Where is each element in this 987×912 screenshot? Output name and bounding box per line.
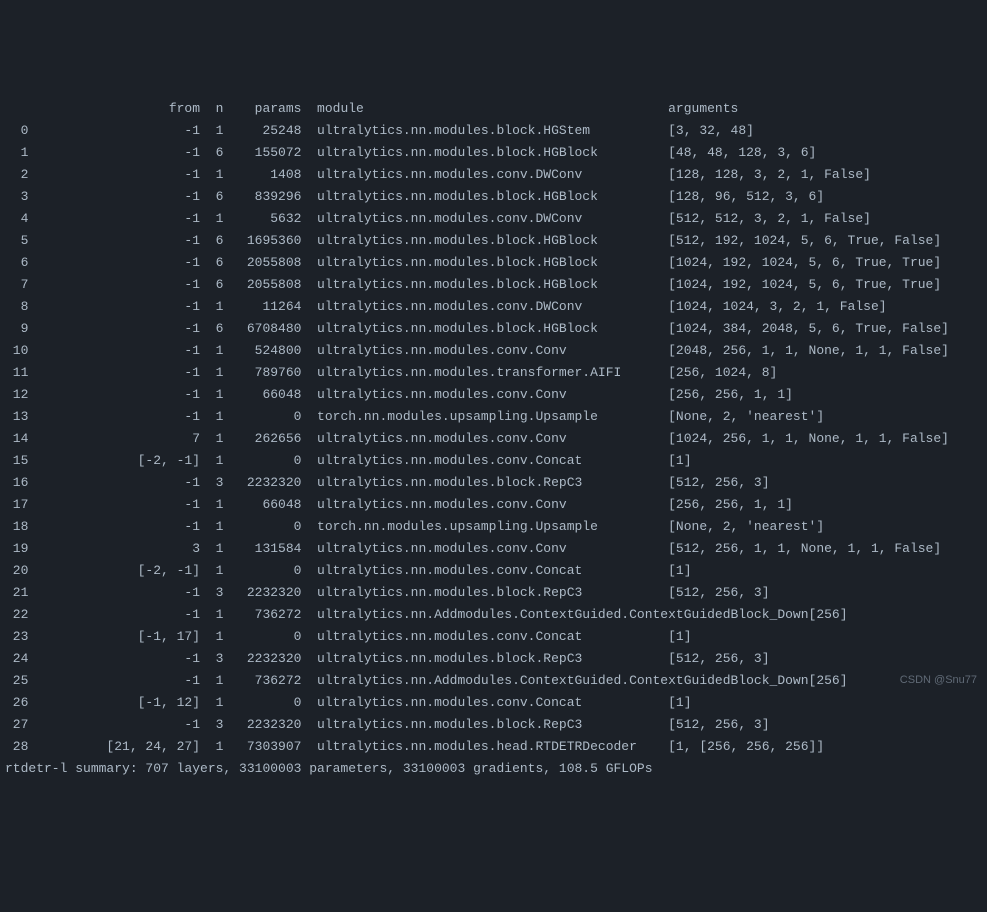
table-row: 8 -1 1 11264 ultralytics.nn.modules.conv… bbox=[5, 296, 982, 318]
table-row: 2 -1 1 1408 ultralytics.nn.modules.conv.… bbox=[5, 164, 982, 186]
table-row: 23 [-1, 17] 1 0 ultralytics.nn.modules.c… bbox=[5, 626, 982, 648]
table-row: 26 [-1, 12] 1 0 ultralytics.nn.modules.c… bbox=[5, 692, 982, 714]
table-row: 18 -1 1 0 torch.nn.modules.upsampling.Up… bbox=[5, 516, 982, 538]
table-row: 27 -1 3 2232320 ultralytics.nn.modules.b… bbox=[5, 714, 982, 736]
table-row: 21 -1 3 2232320 ultralytics.nn.modules.b… bbox=[5, 582, 982, 604]
table-row: 19 3 1 131584 ultralytics.nn.modules.con… bbox=[5, 538, 982, 560]
table-row: 16 -1 3 2232320 ultralytics.nn.modules.b… bbox=[5, 472, 982, 494]
table-row: 9 -1 6 6708480 ultralytics.nn.modules.bl… bbox=[5, 318, 982, 340]
table-row: 13 -1 1 0 torch.nn.modules.upsampling.Up… bbox=[5, 406, 982, 428]
table-row: 4 -1 1 5632 ultralytics.nn.modules.conv.… bbox=[5, 208, 982, 230]
table-row: 25 -1 1 736272 ultralytics.nn.Addmodules… bbox=[5, 670, 982, 692]
summary-line: rtdetr-l summary: 707 layers, 33100003 p… bbox=[5, 758, 982, 780]
table-row: 28 [21, 24, 27] 1 7303907 ultralytics.nn… bbox=[5, 736, 982, 758]
table-row: 22 -1 1 736272 ultralytics.nn.Addmodules… bbox=[5, 604, 982, 626]
console-output: from n params module arguments 0 -1 1 25… bbox=[5, 98, 982, 780]
table-row: 3 -1 6 839296 ultralytics.nn.modules.blo… bbox=[5, 186, 982, 208]
table-row: 5 -1 6 1695360 ultralytics.nn.modules.bl… bbox=[5, 230, 982, 252]
table-row: 1 -1 6 155072 ultralytics.nn.modules.blo… bbox=[5, 142, 982, 164]
table-row: 15 [-2, -1] 1 0 ultralytics.nn.modules.c… bbox=[5, 450, 982, 472]
table-header: from n params module arguments bbox=[5, 98, 982, 120]
table-row: 20 [-2, -1] 1 0 ultralytics.nn.modules.c… bbox=[5, 560, 982, 582]
watermark: CSDN @Snu77 bbox=[900, 669, 977, 691]
table-row: 7 -1 6 2055808 ultralytics.nn.modules.bl… bbox=[5, 274, 982, 296]
table-row: 14 7 1 262656 ultralytics.nn.modules.con… bbox=[5, 428, 982, 450]
table-row: 10 -1 1 524800 ultralytics.nn.modules.co… bbox=[5, 340, 982, 362]
table-row: 12 -1 1 66048 ultralytics.nn.modules.con… bbox=[5, 384, 982, 406]
table-row: 6 -1 6 2055808 ultralytics.nn.modules.bl… bbox=[5, 252, 982, 274]
table-row: 17 -1 1 66048 ultralytics.nn.modules.con… bbox=[5, 494, 982, 516]
table-row: 24 -1 3 2232320 ultralytics.nn.modules.b… bbox=[5, 648, 982, 670]
table-row: 11 -1 1 789760 ultralytics.nn.modules.tr… bbox=[5, 362, 982, 384]
table-row: 0 -1 1 25248 ultralytics.nn.modules.bloc… bbox=[5, 120, 982, 142]
